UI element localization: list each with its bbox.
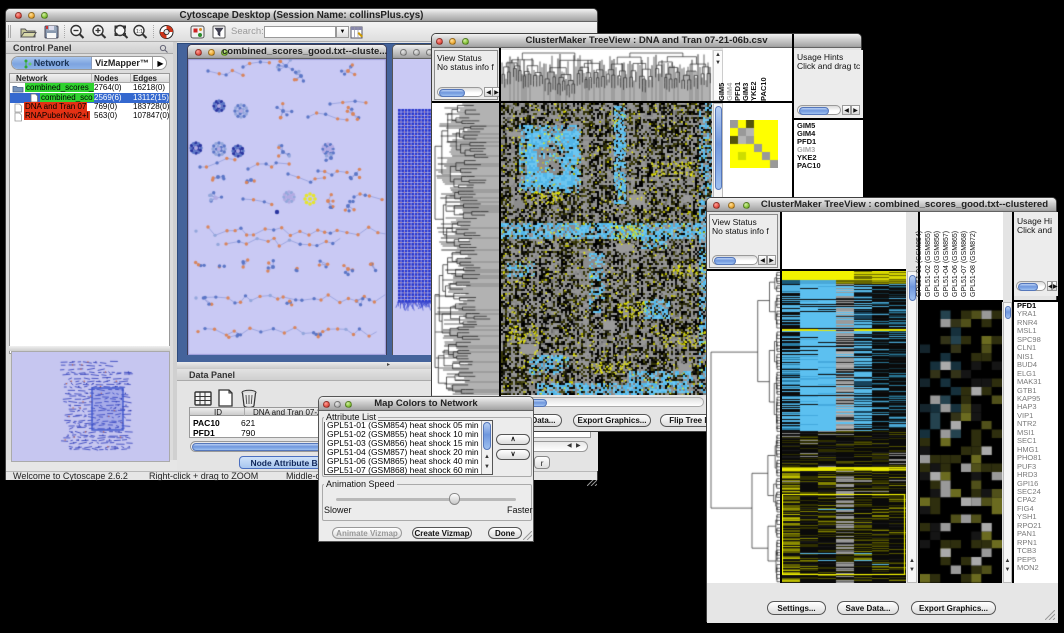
svg-text:1:1: 1:1 bbox=[136, 29, 143, 35]
